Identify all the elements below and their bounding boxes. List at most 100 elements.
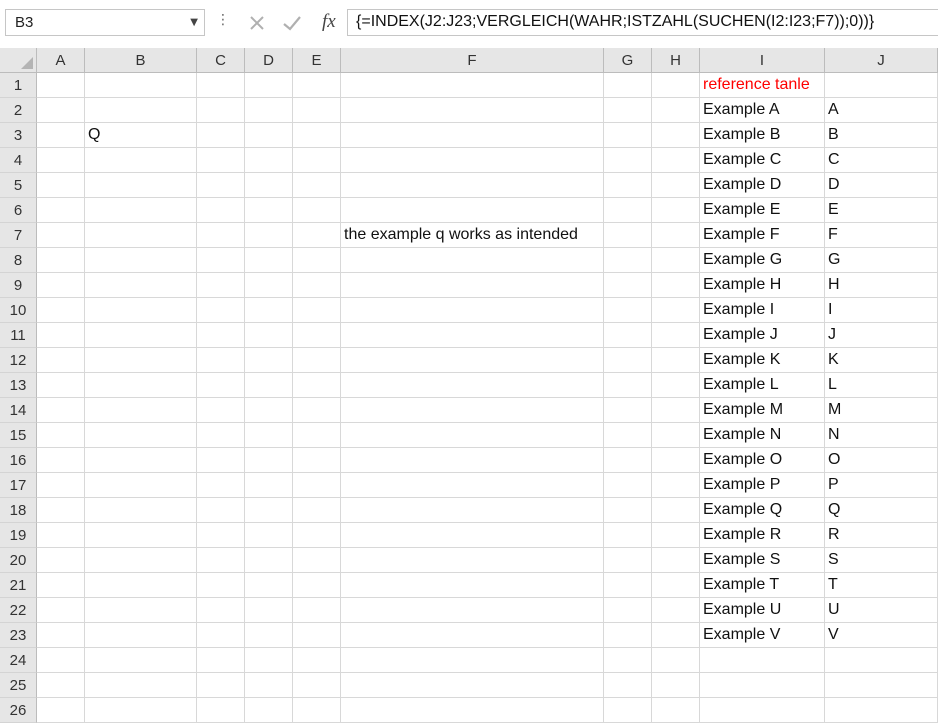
cell-i1[interactable]: reference tanle: [700, 73, 825, 98]
cell-f23[interactable]: [341, 623, 604, 648]
cell-e6[interactable]: [293, 198, 341, 223]
cell-g10[interactable]: [604, 298, 652, 323]
cell-c22[interactable]: [197, 598, 245, 623]
cell-h18[interactable]: [652, 498, 700, 523]
cell-a13[interactable]: [37, 373, 85, 398]
column-header-a[interactable]: A: [37, 48, 85, 73]
cell-a19[interactable]: [37, 523, 85, 548]
row-header-4[interactable]: 4: [0, 148, 37, 173]
cell-d8[interactable]: [245, 248, 293, 273]
cell-c7[interactable]: [197, 223, 245, 248]
cell-c17[interactable]: [197, 473, 245, 498]
row-header-22[interactable]: 22: [0, 598, 37, 623]
cell-i20[interactable]: Example S: [700, 548, 825, 573]
cell-d24[interactable]: [245, 648, 293, 673]
cell-f10[interactable]: [341, 298, 604, 323]
cell-a9[interactable]: [37, 273, 85, 298]
cell-a26[interactable]: [37, 698, 85, 723]
cell-c16[interactable]: [197, 448, 245, 473]
cell-d13[interactable]: [245, 373, 293, 398]
cell-i15[interactable]: Example N: [700, 423, 825, 448]
cell-a14[interactable]: [37, 398, 85, 423]
cell-h20[interactable]: [652, 548, 700, 573]
cell-g24[interactable]: [604, 648, 652, 673]
cell-i6[interactable]: Example E: [700, 198, 825, 223]
cell-f3[interactable]: [341, 123, 604, 148]
cell-d4[interactable]: [245, 148, 293, 173]
row-header-13[interactable]: 13: [0, 373, 37, 398]
cell-g20[interactable]: [604, 548, 652, 573]
row-header-17[interactable]: 17: [0, 473, 37, 498]
row-header-3[interactable]: 3: [0, 123, 37, 148]
cell-b9[interactable]: [85, 273, 197, 298]
cell-c23[interactable]: [197, 623, 245, 648]
cell-c19[interactable]: [197, 523, 245, 548]
cell-f24[interactable]: [341, 648, 604, 673]
cell-h22[interactable]: [652, 598, 700, 623]
cell-c21[interactable]: [197, 573, 245, 598]
cell-a17[interactable]: [37, 473, 85, 498]
cell-j25[interactable]: [825, 673, 938, 698]
cell-h12[interactable]: [652, 348, 700, 373]
cell-j14[interactable]: M: [825, 398, 938, 423]
cell-j24[interactable]: [825, 648, 938, 673]
cell-e17[interactable]: [293, 473, 341, 498]
cell-d12[interactable]: [245, 348, 293, 373]
cell-c20[interactable]: [197, 548, 245, 573]
cell-e25[interactable]: [293, 673, 341, 698]
cell-b11[interactable]: [85, 323, 197, 348]
cell-h19[interactable]: [652, 523, 700, 548]
cell-i13[interactable]: Example L: [700, 373, 825, 398]
cell-a18[interactable]: [37, 498, 85, 523]
column-header-f[interactable]: F: [341, 48, 604, 73]
cell-f16[interactable]: [341, 448, 604, 473]
cell-a1[interactable]: [37, 73, 85, 98]
cell-f7[interactable]: the example q works as intended: [341, 223, 604, 248]
cell-e12[interactable]: [293, 348, 341, 373]
cell-j18[interactable]: Q: [825, 498, 938, 523]
cell-e14[interactable]: [293, 398, 341, 423]
cell-f21[interactable]: [341, 573, 604, 598]
cell-f6[interactable]: [341, 198, 604, 223]
cell-g26[interactable]: [604, 698, 652, 723]
cell-e3[interactable]: [293, 123, 341, 148]
cell-c8[interactable]: [197, 248, 245, 273]
row-header-9[interactable]: 9: [0, 273, 37, 298]
cell-f1[interactable]: [341, 73, 604, 98]
cell-e2[interactable]: [293, 98, 341, 123]
cell-e26[interactable]: [293, 698, 341, 723]
row-header-1[interactable]: 1: [0, 73, 37, 98]
cell-g4[interactable]: [604, 148, 652, 173]
formula-input[interactable]: {=INDEX(J2:J23;VERGLEICH(WAHR;ISTZAHL(SU…: [347, 9, 938, 36]
cell-d23[interactable]: [245, 623, 293, 648]
cell-i10[interactable]: Example I: [700, 298, 825, 323]
more-options-icon[interactable]: ⋮: [216, 13, 230, 27]
cell-f26[interactable]: [341, 698, 604, 723]
cell-j7[interactable]: F: [825, 223, 938, 248]
cell-i14[interactable]: Example M: [700, 398, 825, 423]
column-header-h[interactable]: H: [652, 48, 700, 73]
cell-b14[interactable]: [85, 398, 197, 423]
cell-d19[interactable]: [245, 523, 293, 548]
row-header-6[interactable]: 6: [0, 198, 37, 223]
cell-b19[interactable]: [85, 523, 197, 548]
cell-b21[interactable]: [85, 573, 197, 598]
cell-h15[interactable]: [652, 423, 700, 448]
row-header-25[interactable]: 25: [0, 673, 37, 698]
cell-j2[interactable]: A: [825, 98, 938, 123]
cell-j15[interactable]: N: [825, 423, 938, 448]
cell-g12[interactable]: [604, 348, 652, 373]
cell-h5[interactable]: [652, 173, 700, 198]
cell-j10[interactable]: I: [825, 298, 938, 323]
column-header-i[interactable]: I: [700, 48, 825, 73]
column-header-g[interactable]: G: [604, 48, 652, 73]
cell-e21[interactable]: [293, 573, 341, 598]
cell-b15[interactable]: [85, 423, 197, 448]
cell-g8[interactable]: [604, 248, 652, 273]
cell-h26[interactable]: [652, 698, 700, 723]
cell-i8[interactable]: Example G: [700, 248, 825, 273]
column-header-c[interactable]: C: [197, 48, 245, 73]
cell-b20[interactable]: [85, 548, 197, 573]
cell-c10[interactable]: [197, 298, 245, 323]
cell-b10[interactable]: [85, 298, 197, 323]
